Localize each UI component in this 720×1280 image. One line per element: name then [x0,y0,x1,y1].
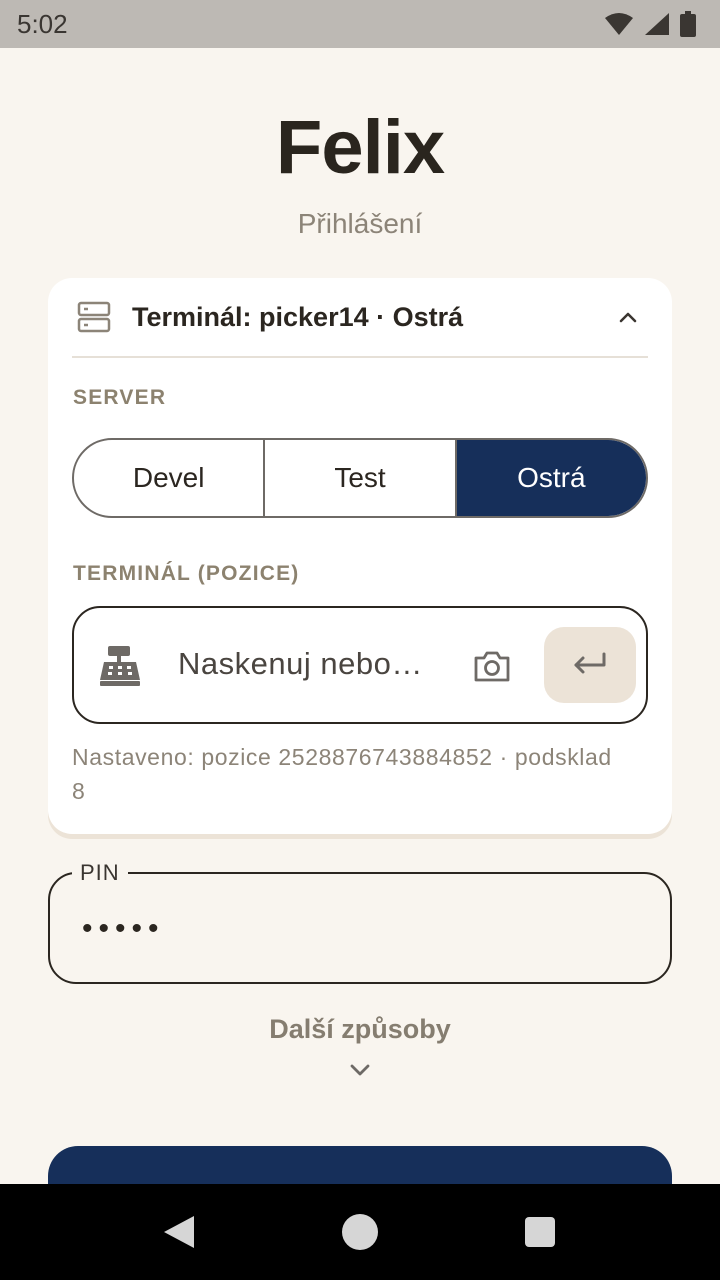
pin-label: PIN [72,860,128,886]
home-icon[interactable] [342,1214,378,1250]
chevron-down-icon[interactable] [346,1058,374,1082]
battery-icon [680,11,696,37]
app-title: Felix [275,105,445,190]
recents-icon[interactable] [525,1217,555,1247]
terminal-input[interactable]: Naskenuj nebo… [72,606,648,724]
more-ways-link[interactable]: Další způsoby [0,1014,720,1045]
terminal-section-label: TERMINÁL (POZICE) [73,562,300,585]
server-option-ostra[interactable]: Ostrá [456,440,646,516]
cash-register-icon [100,646,140,686]
status-icons [604,11,696,37]
server-icon [77,301,111,333]
server-segmented-control: Devel Test Ostrá [72,438,648,518]
back-icon[interactable] [162,1214,196,1250]
chevron-up-icon[interactable] [614,303,642,331]
terminal-card: Terminál: picker14 · Ostrá SERVER Devel … [48,278,672,834]
camera-icon[interactable] [472,646,512,686]
signal-icon [645,13,669,35]
enter-icon [574,652,606,674]
server-section-label: SERVER [73,386,167,409]
page-subtitle: Přihlášení [297,208,423,239]
server-option-devel[interactable]: Devel [74,440,266,516]
terminal-input-value: Naskenuj nebo… [178,646,423,681]
terminal-card-header[interactable]: Terminál: picker14 · Ostrá [72,278,648,358]
pin-field[interactable]: PIN ••••• [48,860,672,984]
pin-value: ••••• [82,912,165,945]
terminal-hint: Nastaveno: pozice 2528876743884852 · pod… [72,744,612,804]
server-option-test[interactable]: Test [265,440,457,516]
wifi-icon [605,13,633,35]
enter-button[interactable] [544,627,636,703]
status-time: 5:02 [17,8,68,39]
terminal-card-title: Terminál: picker14 · Ostrá [132,301,464,332]
status-bar: 5:02 [0,0,720,48]
